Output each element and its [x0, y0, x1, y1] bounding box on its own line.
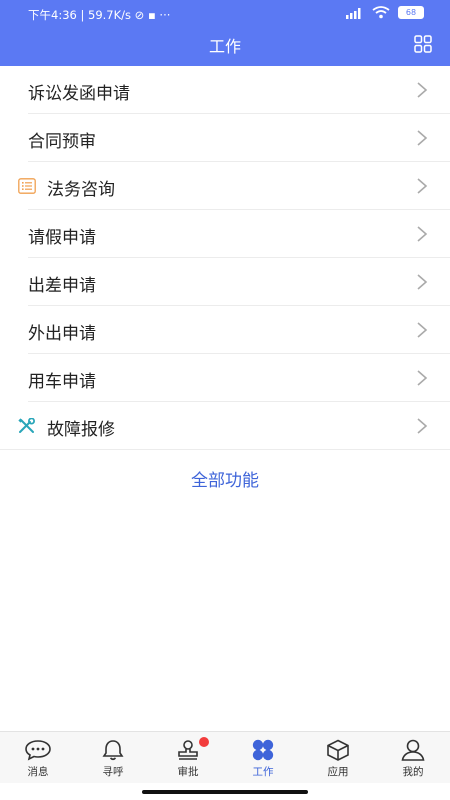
list-item-business-trip[interactable]: 出差申请: [0, 258, 450, 306]
all-functions-link[interactable]: 全部功能: [0, 466, 450, 491]
chevron-right-icon: [417, 322, 428, 338]
notification-badge: [199, 737, 209, 747]
list-item-leave-request[interactable]: 请假申请: [0, 210, 450, 258]
bottom-tab-bar: 消息 寻呼 审批 工作 应用 我的: [0, 731, 450, 783]
chevron-right-icon: [417, 82, 428, 98]
signal-icon: [346, 7, 361, 19]
tab-label: 消息: [27, 766, 49, 778]
tab-approval[interactable]: 审批: [158, 732, 218, 784]
list-item-vehicle-request[interactable]: 用车申请: [0, 354, 450, 402]
status-bar: 下午4:36 | 59.7K/s ⊘ ▪ ··· 68: [0, 0, 450, 28]
chevron-right-icon: [417, 130, 428, 146]
wrench-screwdriver-icon: [18, 418, 35, 433]
chevron-right-icon: [417, 418, 428, 434]
work-list: 诉讼发函申请 合同预审 法务咨询 请假申请 出差申请 外出申请 用车申请 故障报…: [0, 66, 450, 450]
list-item-label: 法务咨询: [47, 180, 115, 200]
list-icon: [18, 178, 36, 194]
chevron-right-icon: [417, 226, 428, 242]
tab-label: 审批: [177, 766, 199, 778]
tab-work[interactable]: 工作: [233, 732, 293, 784]
list-item-fault-repair[interactable]: 故障报修: [0, 402, 450, 450]
tab-label: 应用: [327, 766, 349, 778]
tab-paging[interactable]: 寻呼: [83, 732, 143, 784]
chevron-right-icon: [417, 178, 428, 194]
list-item-legal-consult[interactable]: 法务咨询: [0, 162, 450, 210]
list-item-contract-review[interactable]: 合同预审: [0, 114, 450, 162]
tab-label: 工作: [252, 766, 274, 778]
divider: [0, 449, 450, 450]
list-item-label: 故障报修: [47, 420, 115, 440]
list-item-label: 出差申请: [28, 276, 96, 296]
list-item-label: 请假申请: [28, 228, 96, 248]
tab-mine[interactable]: 我的: [383, 732, 443, 784]
list-item-label: 用车申请: [28, 372, 96, 392]
list-item-label: 诉讼发函申请: [28, 84, 130, 104]
bell-icon: [102, 740, 124, 761]
cube-icon: [327, 739, 349, 761]
chevron-right-icon: [417, 370, 428, 386]
list-item-label: 外出申请: [28, 324, 96, 344]
battery-icon: 68: [398, 6, 424, 19]
list-item-label: 合同预审: [28, 132, 96, 152]
stamp-icon: [178, 740, 198, 760]
tab-label: 寻呼: [102, 766, 124, 778]
tab-label: 我的: [402, 766, 424, 778]
tab-messages[interactable]: 消息: [8, 732, 68, 784]
list-item-litigation-letter[interactable]: 诉讼发函申请: [0, 66, 450, 114]
app-header: 下午4:36 | 59.7K/s ⊘ ▪ ··· 68 工作: [0, 0, 450, 66]
clover-icon: [252, 739, 274, 761]
grid-icon[interactable]: [414, 35, 432, 53]
tab-apps[interactable]: 应用: [308, 732, 368, 784]
chevron-right-icon: [417, 274, 428, 290]
home-indicator[interactable]: [142, 790, 308, 794]
person-icon: [401, 739, 425, 761]
status-left-text: 下午4:36 | 59.7K/s ⊘ ▪ ···: [28, 8, 171, 22]
status-right-icons: 68: [346, 6, 424, 19]
list-item-outing-request[interactable]: 外出申请: [0, 306, 450, 354]
chat-bubble-icon: [25, 740, 51, 761]
wifi-icon: [372, 6, 390, 19]
page-title: 工作: [208, 37, 241, 56]
